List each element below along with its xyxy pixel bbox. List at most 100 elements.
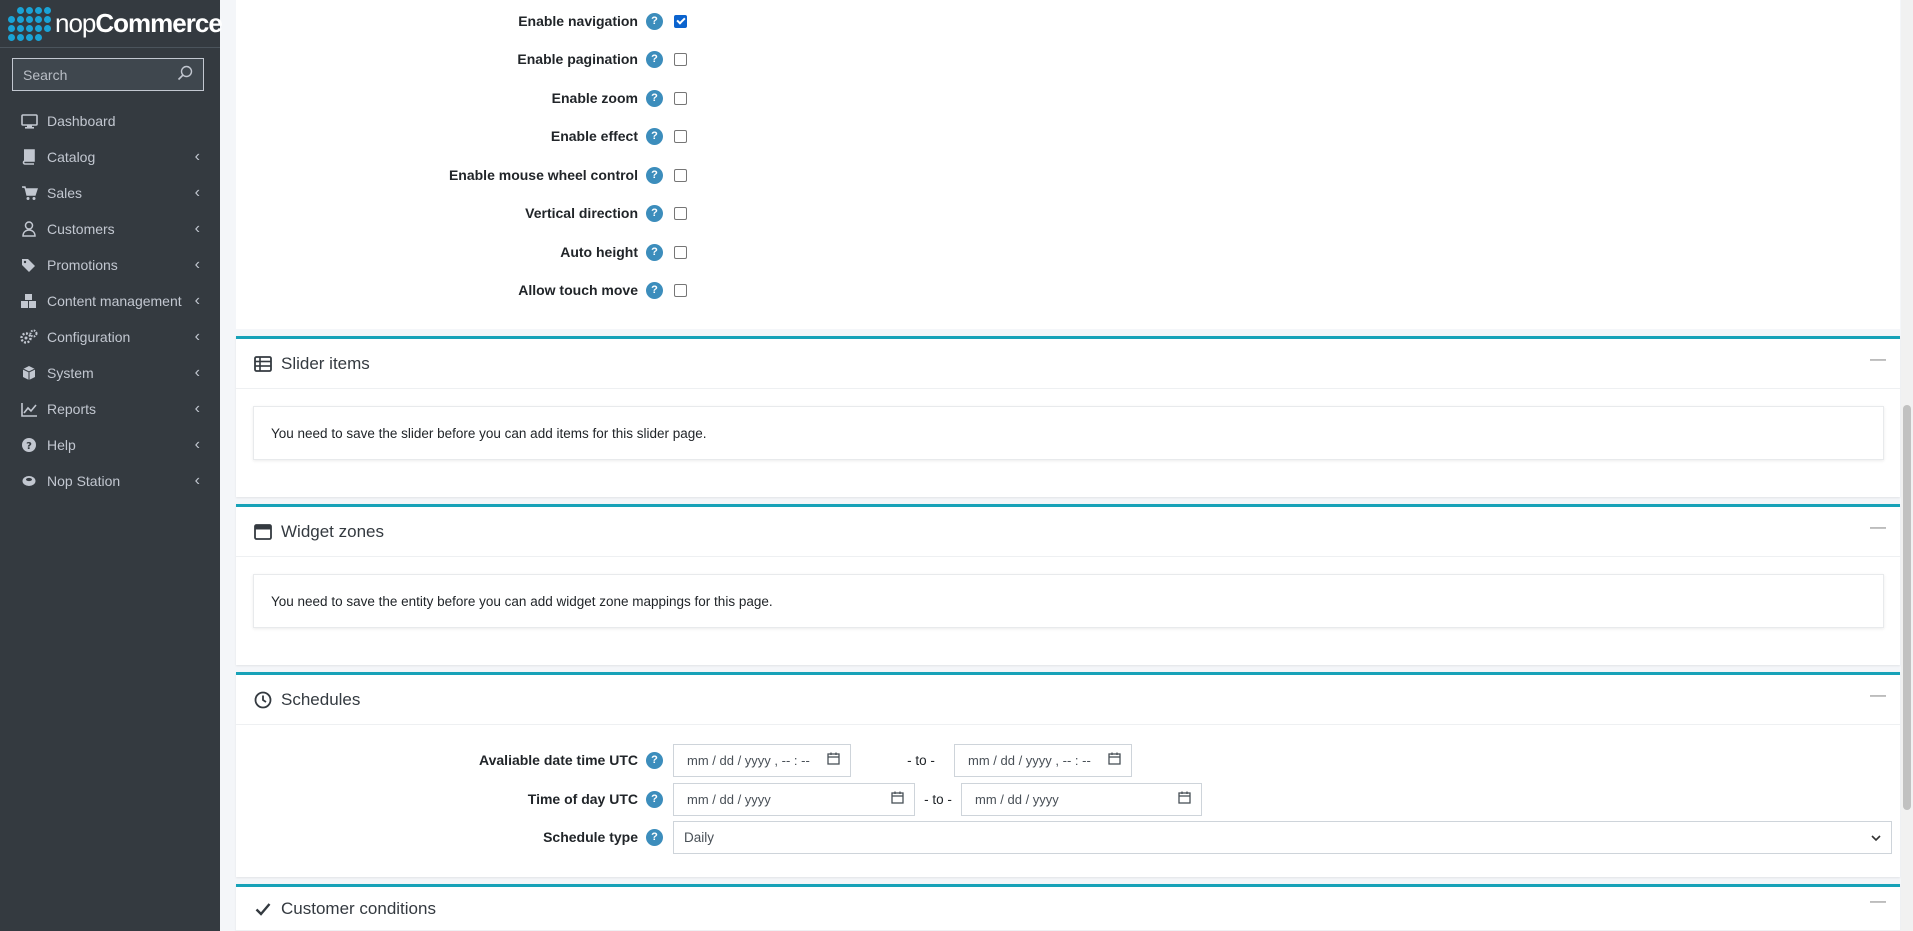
check-icon: [253, 899, 272, 918]
field-available-date-time: Avaliable date time UTC ? mm / dd / yyyy…: [236, 743, 1132, 777]
enable-zoom-checkbox[interactable]: [674, 91, 687, 105]
section-title: Slider items: [281, 353, 370, 373]
question-circle-icon: ?: [19, 437, 39, 453]
sidebar-item-label: System: [47, 365, 94, 381]
chart-line-icon: [19, 401, 39, 417]
field-label: Enable navigation: [518, 13, 638, 29]
svg-text:?: ?: [26, 441, 32, 452]
calendar-icon[interactable]: [1178, 791, 1191, 807]
search-icon[interactable]: [177, 65, 193, 85]
sidebar-item-system[interactable]: System ‹: [0, 355, 220, 391]
sidebar-item-catalog[interactable]: Catalog ‹: [0, 139, 220, 175]
scrollbar-thumb[interactable]: [1903, 405, 1911, 810]
field-label: Auto height: [560, 244, 638, 260]
calendar-icon[interactable]: [1108, 752, 1121, 768]
collapse-icon[interactable]: —: [1870, 687, 1886, 705]
help-icon[interactable]: ?: [646, 281, 663, 299]
chevron-left-icon: ‹: [194, 436, 200, 453]
search-input[interactable]: [23, 66, 177, 83]
field-enable-zoom: Enable zoom ?: [236, 87, 687, 109]
field-enable-navigation: Enable navigation ?: [236, 10, 687, 32]
collapse-icon[interactable]: —: [1870, 519, 1886, 537]
field-allow-touch-move: Allow touch move ?: [236, 279, 687, 301]
available-from-input[interactable]: mm / dd / yyyy , -- : --: [673, 743, 851, 777]
sidebar-item-nop-station[interactable]: Nop Station ‹: [0, 463, 220, 499]
enable-mouse-wheel-control-checkbox[interactable]: [674, 168, 687, 182]
collapse-icon[interactable]: —: [1870, 351, 1886, 369]
sidebar-item-label: Catalog: [47, 149, 96, 165]
chevron-left-icon: ‹: [194, 328, 200, 345]
help-icon[interactable]: ?: [646, 12, 663, 30]
allow-touch-move-checkbox[interactable]: [674, 283, 687, 297]
sidebar-item-customers[interactable]: Customers ‹: [0, 211, 220, 247]
sidebar-search: [12, 58, 204, 91]
field-label: Allow touch move: [518, 282, 638, 298]
sidebar-item-reports[interactable]: Reports ‹: [0, 391, 220, 427]
help-icon[interactable]: ?: [646, 89, 663, 107]
chevron-left-icon: ‹: [194, 400, 200, 417]
section-title: Schedules: [281, 689, 361, 709]
help-icon[interactable]: ?: [646, 243, 663, 261]
clock-icon: [253, 690, 272, 709]
scrollbar[interactable]: [1901, 0, 1913, 931]
sidebar-item-dashboard[interactable]: Dashboard: [0, 103, 220, 139]
sidebar-item-label: Reports: [47, 401, 97, 417]
widget-zones-header[interactable]: Widget zones —: [236, 507, 1900, 557]
time-from-input[interactable]: mm / dd / yyyy: [673, 782, 915, 816]
time-to-input[interactable]: mm / dd / yyyy: [961, 782, 1202, 816]
sidebar-item-label: Nop Station: [47, 473, 121, 489]
field-label: Enable zoom: [551, 90, 638, 106]
schedules-header[interactable]: Schedules —: [236, 675, 1900, 725]
field-schedule-type: Schedule type ? Daily: [236, 820, 1892, 854]
field-label: Schedule type: [543, 829, 638, 845]
field-enable-mouse-wheel-control: Enable mouse wheel control ?: [236, 164, 687, 186]
nopstation-icon: [19, 473, 39, 489]
sidebar-item-label: Customers: [47, 221, 115, 237]
brand-logo[interactable]: nopCommerce: [0, 0, 223, 48]
sidebar-item-promotions[interactable]: Promotions ‹: [0, 247, 220, 283]
help-icon[interactable]: ?: [646, 50, 663, 68]
calendar-icon[interactable]: [891, 791, 904, 807]
help-icon[interactable]: ?: [646, 751, 663, 769]
slider-settings-card: Enable navigation ? Enable pagination ? …: [236, 0, 1900, 329]
field-label: Vertical direction: [525, 205, 638, 221]
sidebar-item-sales[interactable]: Sales ‹: [0, 175, 220, 211]
list-icon: [253, 354, 272, 373]
cubes-icon: [19, 293, 39, 309]
sidebar-item-label: Configuration: [47, 329, 131, 345]
help-icon[interactable]: ?: [646, 204, 663, 222]
slider-items-card: Slider items — You need to save the slid…: [236, 336, 1900, 497]
range-separator: - to -: [924, 791, 952, 807]
section-title: Widget zones: [281, 521, 384, 541]
chevron-left-icon: ‹: [194, 256, 200, 273]
enable-effect-checkbox[interactable]: [674, 129, 687, 143]
slider-items-notice: You need to save the slider before you c…: [253, 406, 1884, 460]
enable-navigation-checkbox[interactable]: [674, 14, 687, 28]
help-icon[interactable]: ?: [646, 790, 663, 808]
customer-conditions-header[interactable]: Customer conditions —: [236, 887, 1900, 931]
user-icon: [19, 221, 39, 237]
help-icon[interactable]: ?: [646, 166, 663, 184]
main-content: Enable navigation ? Enable pagination ? …: [220, 0, 1913, 931]
schedule-type-select[interactable]: Daily: [673, 820, 1892, 854]
help-icon[interactable]: ?: [646, 127, 663, 145]
sidebar-item-label: Content management: [47, 293, 182, 309]
field-label: Avaliable date time UTC: [479, 752, 638, 768]
help-icon[interactable]: ?: [646, 828, 663, 846]
slider-items-header[interactable]: Slider items —: [236, 339, 1900, 389]
window-icon: [253, 522, 272, 541]
calendar-icon[interactable]: [827, 752, 840, 768]
auto-height-checkbox[interactable]: [674, 245, 687, 259]
vertical-direction-checkbox[interactable]: [674, 206, 687, 220]
sidebar-item-content-management[interactable]: Content management ‹: [0, 283, 220, 319]
available-to-input[interactable]: mm / dd / yyyy , -- : --: [954, 743, 1132, 777]
sidebar-item-help[interactable]: ? Help ‹: [0, 427, 220, 463]
collapse-icon[interactable]: —: [1870, 893, 1886, 911]
enable-pagination-checkbox[interactable]: [674, 52, 687, 66]
section-title: Customer conditions: [281, 898, 436, 918]
chevron-left-icon: ‹: [194, 148, 200, 165]
book-icon: [19, 149, 39, 165]
chevron-left-icon: ‹: [194, 184, 200, 201]
field-time-of-day: Time of day UTC ? mm / dd / yyyy - to - …: [236, 782, 1202, 816]
sidebar-item-configuration[interactable]: Configuration ‹: [0, 319, 220, 355]
